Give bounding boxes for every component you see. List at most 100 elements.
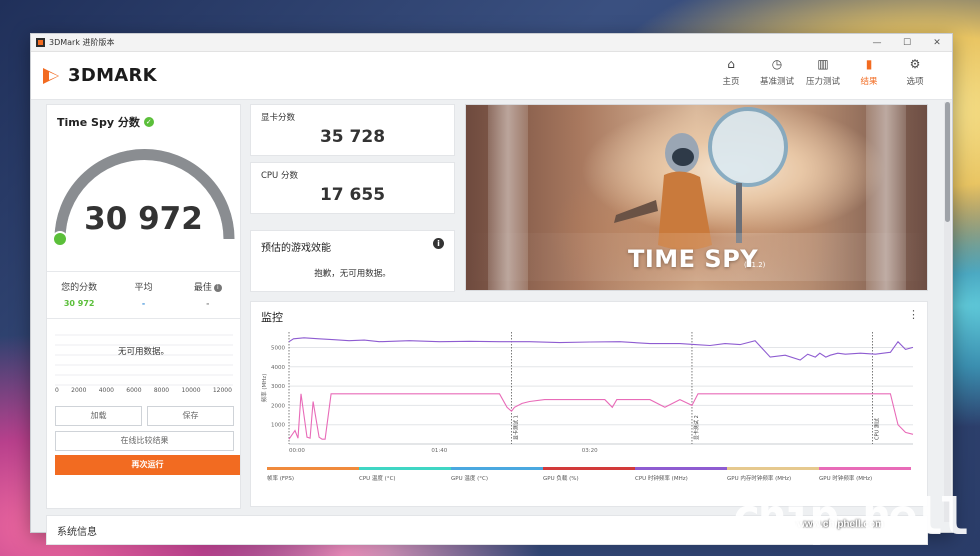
nav-item-1[interactable]: ◷ 基准测试 <box>754 56 800 87</box>
cpu-score-label: CPU 分数 <box>261 171 298 181</box>
compare-online-button[interactable]: 在线比较结果 <box>55 431 234 451</box>
legend-label: GPU 时钟频率 (MHz) <box>819 476 873 482</box>
legend-label: GPU 负载 (%) <box>543 476 579 482</box>
nav-label: 压力测试 <box>805 77 840 87</box>
legend-swatch <box>727 467 819 470</box>
window-controls: — ☐ ✕ <box>862 38 952 48</box>
nav-item-2[interactable]: ▥ 压力测试 <box>800 56 846 87</box>
run-again-button[interactable]: 再次运行 <box>55 455 240 475</box>
game-performance-title: 预估的游戏效能 <box>261 243 331 254</box>
check-icon: ✓ <box>143 117 154 127</box>
gpu-score-label: 显卡分数 <box>261 113 296 123</box>
y-tick-label: 4000 <box>271 365 285 371</box>
gpu-score-card: 显卡分数 35 728 <box>250 104 455 156</box>
phase-marker-label: CPU 测试 <box>873 418 880 440</box>
app-icon <box>36 38 45 47</box>
stat-label: 您的分数 <box>61 283 98 293</box>
legend-label: CPU 时钟频率 (MHz) <box>635 476 688 482</box>
save-button[interactable]: 保存 <box>147 406 234 426</box>
more-menu-icon[interactable]: ⋮ <box>908 308 919 321</box>
histogram-message: 无可用数据。 <box>117 347 169 357</box>
legend-item[interactable]: GPU 温度 (°C) <box>451 467 543 482</box>
title-bar: 3DMark 进阶版本 — ☐ ✕ <box>31 34 952 52</box>
game-performance-card: 预估的游戏效能 i 抱歉，无可用数据。 <box>250 230 455 292</box>
logo-mark-icon <box>43 65 65 87</box>
legend-swatch <box>451 467 543 470</box>
logo-text: 3DMARK <box>68 65 157 86</box>
load-button[interactable]: 加载 <box>55 406 142 426</box>
monitoring-panel: 监控 ⋮ 1000 2000 3000 4000 5000 频率 (MHz) 00:00 01… <box>250 301 928 507</box>
legend-swatch <box>543 467 635 470</box>
x-tick-label: 00:00 <box>289 448 305 454</box>
maximize-button[interactable]: ☐ <box>892 38 922 48</box>
stat-best: 最佳 i - <box>176 272 240 318</box>
y-tick-label: 5000 <box>271 345 285 351</box>
info-icon[interactable]: i <box>433 238 444 249</box>
nav-label: 结果 <box>860 77 878 87</box>
gauge-icon: ◷ <box>771 57 783 71</box>
histogram-tick-label: 8000 <box>153 387 170 394</box>
series-line-0 <box>288 337 914 361</box>
legend-item[interactable]: 帧率 (FPS) <box>267 467 359 482</box>
benchmark-version: (V1.2) <box>744 261 766 269</box>
legend-item[interactable]: GPU 内存时钟频率 (MHz) <box>727 467 819 482</box>
minimize-button[interactable]: — <box>862 38 892 48</box>
nav-label: 主页 <box>722 77 740 87</box>
score-stats: 您的分数 30 972 平均 - 最佳 i - <box>47 271 240 319</box>
histogram-tick-label: 0 <box>55 387 59 394</box>
legend-label: GPU 内存时钟频率 (MHz) <box>727 476 792 482</box>
nav-label: 基准测试 <box>759 77 794 87</box>
stat-label: 最佳 <box>193 283 212 293</box>
stat-average: 平均 - <box>111 272 175 318</box>
results-icon: ▮ <box>865 57 873 71</box>
legend-swatch <box>819 467 911 470</box>
histogram-axis: 0 2000 4000 6000 8000 10000 12000 <box>55 387 232 394</box>
histogram-tick-label: 6000 <box>126 387 142 394</box>
watermark-logo: chip hell <box>731 488 970 546</box>
y-axis-label: 频率 (MHz) <box>260 374 268 403</box>
window-title: 3DMark 进阶版本 <box>49 38 115 47</box>
benchmark-hero-image: TIME SPY (V1.2) <box>465 104 928 291</box>
app-header: 3DMARK ⌂ 主页 ◷ 基准测试 ▥ 压力测试 ▮ 结果 ⚙ 选项 <box>31 52 952 100</box>
legend-item[interactable]: CPU 时钟频率 (MHz) <box>635 467 727 482</box>
y-tick-label: 3000 <box>271 384 285 390</box>
legend-item[interactable]: CPU 温度 (°C) <box>359 467 451 482</box>
app-window: 3DMark 进阶版本 — ☐ ✕ 3DMARK ⌂ 主页 ◷ 基准测试 ▥ 压力测试 ▮ 结… <box>30 33 953 545</box>
info-icon[interactable]: i <box>213 284 222 292</box>
nav-item-4[interactable]: ⚙ 选项 <box>892 56 938 87</box>
legend-swatch <box>635 467 727 470</box>
legend-item[interactable]: GPU 负载 (%) <box>543 467 635 482</box>
histogram-tick-label: 4000 <box>98 387 114 394</box>
monitoring-chart: 1000 2000 3000 4000 5000 频率 (MHz) 00:00 01:40 03… <box>260 332 914 454</box>
logo: 3DMARK <box>43 65 157 87</box>
cpu-score-card: CPU 分数 17 655 <box>250 162 455 214</box>
legend-item[interactable]: GPU 时钟频率 (MHz) <box>819 467 911 482</box>
y-tick-label: 2000 <box>271 403 285 409</box>
score-panel: Time Spy 分数 ✓ 30 972 您的分数 30 972 平均 - 最佳… <box>46 104 241 509</box>
stat-value: - <box>206 299 210 308</box>
total-score: 30 972 <box>84 201 203 237</box>
bar-chart-icon: ▥ <box>817 57 829 71</box>
stat-value: 30 972 <box>63 299 95 308</box>
close-button[interactable]: ✕ <box>922 38 952 48</box>
scrollbar-thumb[interactable] <box>945 102 950 222</box>
phase-marker-label: 显卡测试 1 <box>513 415 520 440</box>
cpu-score-value: 17 655 <box>319 185 386 205</box>
x-tick-label: 03:20 <box>582 448 598 454</box>
legend-swatch <box>267 467 359 470</box>
monitoring-title: 监控 <box>261 311 283 324</box>
stat-label: 平均 <box>134 283 153 293</box>
histogram-tick-label: 10000 <box>181 387 201 394</box>
score-title-text: Time Spy 分数 <box>57 116 140 129</box>
nav-item-3[interactable]: ▮ 结果 <box>846 56 892 87</box>
scrollbar[interactable] <box>944 102 951 522</box>
benchmark-title: TIME SPY <box>628 245 759 273</box>
gpu-score-value: 35 728 <box>319 127 386 147</box>
stat-value: - <box>141 299 146 308</box>
system-info-title: 系统信息 <box>57 527 97 538</box>
series-line-1 <box>288 393 914 440</box>
legend-label: 帧率 (FPS) <box>267 476 295 482</box>
home-icon: ⌂ <box>727 57 735 71</box>
nav-item-0[interactable]: ⌂ 主页 <box>708 56 754 87</box>
histogram-tick-label: 12000 <box>212 387 232 394</box>
